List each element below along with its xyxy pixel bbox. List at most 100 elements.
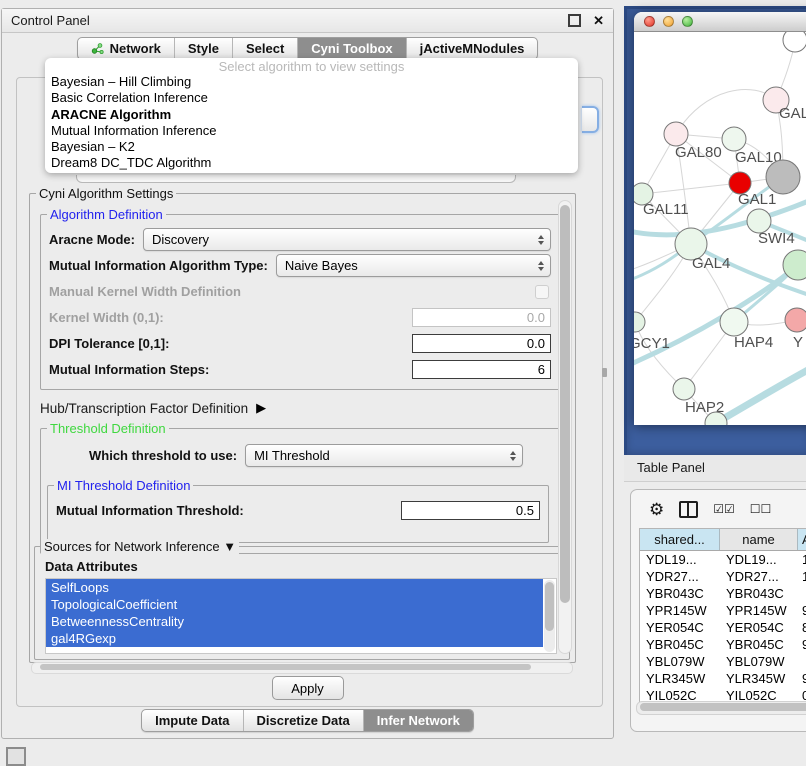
- table-row[interactable]: YER054CYER054C8.: [640, 619, 806, 636]
- manual-kernel-checkbox[interactable]: [535, 285, 549, 299]
- float-window-icon[interactable]: [568, 14, 581, 27]
- network-selector-combo-edge[interactable]: [76, 175, 516, 183]
- apply-button[interactable]: Apply: [272, 676, 344, 700]
- network-node[interactable]: [673, 378, 695, 400]
- aracne-mode-combobox[interactable]: Discovery: [143, 228, 551, 251]
- table-column-header[interactable]: A: [798, 529, 806, 550]
- tab-label: Discretize Data: [257, 713, 350, 728]
- node-label: GAL: [779, 105, 806, 122]
- which-threshold-combobox[interactable]: MI Threshold: [245, 444, 523, 467]
- table-cell: YDL19...: [720, 551, 798, 568]
- dpi-tolerance-label: DPI Tolerance [0,1]:: [49, 336, 169, 351]
- tab-style[interactable]: Style: [174, 38, 232, 59]
- data-attributes-list: SelfLoopsTopologicalCoefficientBetweenne…: [45, 578, 557, 654]
- mi-threshold-label: Mutual Information Threshold:: [56, 503, 244, 518]
- select-all-columns-icon[interactable]: ☑☑: [713, 502, 735, 516]
- minimized-panel-icon[interactable]: [6, 747, 26, 766]
- window-title: Control Panel: [11, 13, 90, 28]
- control-panel-titlebar[interactable]: Control Panel ✕: [2, 9, 613, 33]
- network-node[interactable]: [783, 32, 806, 52]
- network-node[interactable]: [634, 312, 645, 332]
- bottom-tab-strip: Impute Data Discretize Data Infer Network: [141, 709, 474, 732]
- table-row[interactable]: YDR27...YDR27...12: [640, 568, 806, 585]
- table-column-header[interactable]: shared...: [640, 529, 720, 550]
- threshold-definition-group: Threshold Definition Which threshold to …: [40, 428, 560, 554]
- mi-type-row: Mutual Information Algorithm Type: Naive…: [49, 255, 551, 276]
- network-node[interactable]: [785, 308, 806, 332]
- table-row[interactable]: YBR043CYBR043C: [640, 585, 806, 602]
- table-toolbar: ⚙ ☑☑ ☐☐: [631, 490, 806, 528]
- deselect-all-columns-icon[interactable]: ☐☐: [750, 502, 772, 516]
- data-attribute-item[interactable]: SelfLoops: [46, 579, 543, 596]
- table-cell: YBL079W: [640, 653, 720, 670]
- dpi-tolerance-field[interactable]: [412, 334, 551, 353]
- table-row[interactable]: YPR145WYPR145W9.: [640, 602, 806, 619]
- network-graph: GALGAL80GAL10GAL1GAL11SWI4GAL4GCY1HAP4YH…: [634, 32, 806, 425]
- mi-type-value: Naive Bayes: [285, 258, 358, 273]
- mi-type-label: Mutual Information Algorithm Type:: [49, 258, 268, 273]
- bottom-tab-impute-data[interactable]: Impute Data: [142, 710, 242, 731]
- table-row[interactable]: YBL079WYBL079W: [640, 653, 806, 670]
- attribute-list-scrollbar[interactable]: [544, 580, 555, 652]
- table-cell: [798, 585, 806, 602]
- bottom-tab-discretize-data[interactable]: Discretize Data: [243, 710, 363, 731]
- mi-steps-label: Mutual Information Steps:: [49, 362, 209, 377]
- aracne-mode-label: Aracne Mode:: [49, 232, 135, 247]
- mi-threshold-field[interactable]: [401, 501, 540, 520]
- node-label: GCY1: [634, 335, 670, 352]
- data-attribute-item[interactable]: BetweennessCentrality: [46, 613, 543, 630]
- algorithm-option[interactable]: ARACNE Algorithm: [45, 107, 578, 123]
- minimize-traffic-light[interactable]: [663, 16, 674, 27]
- algorithm-option[interactable]: Basic Correlation Inference: [45, 90, 578, 106]
- settings-vertical-scrollbar[interactable]: [558, 200, 572, 654]
- network-window-titlebar[interactable]: [634, 12, 806, 32]
- tab-cyni-toolbox[interactable]: Cyni Toolbox: [297, 38, 405, 59]
- algorithm-definition-group: Algorithm Definition Aracne Mode: Discov…: [40, 214, 560, 390]
- tab-network[interactable]: Network: [78, 38, 174, 59]
- data-attributes-items: SelfLoopsTopologicalCoefficientBetweenne…: [46, 579, 556, 647]
- network-canvas[interactable]: GALGAL80GAL10GAL1GAL11SWI4GAL4GCY1HAP4YH…: [634, 32, 806, 425]
- table-horizontal-scrollbar[interactable]: [636, 701, 806, 715]
- data-attributes-label: Data Attributes: [45, 559, 569, 574]
- manual-kernel-label: Manual Kernel Width Definition: [49, 284, 241, 299]
- kernel-width-field[interactable]: [412, 308, 551, 327]
- table-column-header[interactable]: name: [720, 529, 798, 550]
- panel-divider-handle[interactable]: [602, 368, 607, 377]
- stepper-arrows-icon: [532, 261, 550, 271]
- algorithm-option[interactable]: Bayesian – Hill Climbing: [45, 74, 578, 90]
- table-row[interactable]: YLR345WYLR345W9.: [640, 670, 806, 687]
- aracne-mode-value: Discovery: [152, 232, 209, 247]
- bottom-tab-infer-network[interactable]: Infer Network: [363, 710, 473, 731]
- show-columns-icon[interactable]: [679, 501, 698, 518]
- network-node[interactable]: [720, 308, 748, 336]
- network-node[interactable]: [722, 127, 746, 151]
- table-row[interactable]: YDL19...YDL19...13: [640, 551, 806, 568]
- data-attribute-item[interactable]: TopologicalCoefficient: [46, 596, 543, 613]
- mi-steps-field[interactable]: [412, 360, 551, 379]
- tab-select[interactable]: Select: [232, 38, 297, 59]
- algorithm-option[interactable]: Bayesian – K2: [45, 139, 578, 155]
- mi-type-combobox[interactable]: Naive Bayes: [276, 254, 551, 277]
- table-row[interactable]: YBR045CYBR045C9.: [640, 636, 806, 653]
- close-traffic-light[interactable]: [644, 16, 655, 27]
- control-panel-window: Control Panel ✕ Network StyleSelectCyni T…: [1, 8, 614, 739]
- tab-jactivemnodules[interactable]: jActiveMNodules: [406, 38, 538, 59]
- algorithm-option[interactable]: Mutual Information Inference: [45, 123, 578, 139]
- settings-horizontal-scrollbar[interactable]: [31, 662, 573, 674]
- stepper-arrows-icon: [504, 451, 522, 461]
- gear-icon[interactable]: ⚙: [649, 501, 664, 518]
- zoom-traffic-light[interactable]: [682, 16, 693, 27]
- hub-definition-expander[interactable]: Hub/Transcription Factor Definition ▶: [40, 400, 266, 416]
- sources-group: Sources for Network Inference ▼ Data Att…: [34, 546, 570, 660]
- network-node[interactable]: [766, 160, 800, 194]
- kernel-width-row: Kernel Width (0,1):: [49, 307, 551, 328]
- inference-algorithm-combo-edge[interactable]: [582, 106, 599, 133]
- tab-label: Network: [110, 41, 161, 56]
- sources-group-title[interactable]: Sources for Network Inference ▼: [41, 539, 239, 554]
- data-attribute-item[interactable]: gal4RGexp: [46, 630, 543, 647]
- close-icon[interactable]: ✕: [593, 14, 604, 27]
- algorithm-option[interactable]: Dream8 DC_TDC Algorithm: [45, 155, 578, 171]
- algorithm-dropdown-placeholder: Select algorithm to view settings: [45, 59, 578, 74]
- node-label: GAL1: [738, 191, 776, 208]
- network-node[interactable]: [664, 122, 688, 146]
